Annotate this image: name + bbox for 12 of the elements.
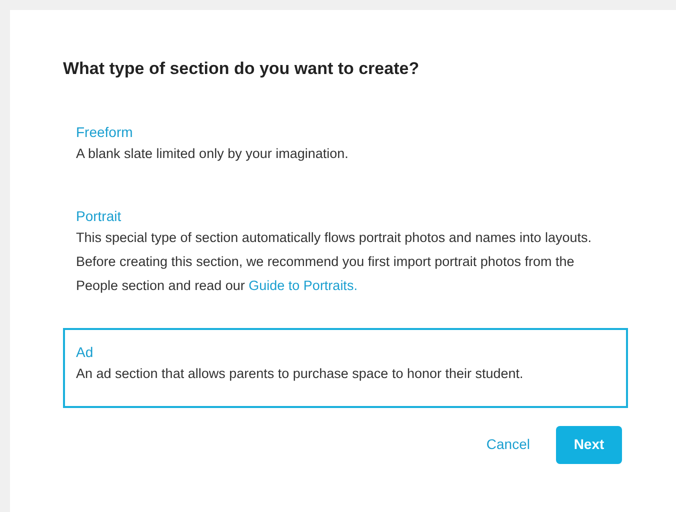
option-description: An ad section that allows parents to purchase space to honor their student. bbox=[76, 364, 524, 383]
cancel-button[interactable]: Cancel bbox=[486, 434, 530, 455]
option-title: Ad bbox=[76, 342, 94, 362]
option-title: Freeform bbox=[76, 122, 134, 142]
option-description: This special type of section automatically flows portrait photos and names into layouts. Before creating this section, we recommend you first import portrait photos from the People section and read our Guide to Portraits. bbox=[76, 228, 593, 295]
section-option[interactable]: Ad An ad section that allows parents to purchase space to honor their student. bbox=[63, 328, 628, 408]
section-option[interactable]: Freeform A blank slate limited only by your imagination. bbox=[63, 112, 628, 176]
guide-link[interactable]: Guide to Portraits. bbox=[248, 278, 358, 292]
option-title: Portrait bbox=[76, 206, 122, 226]
next-button[interactable]: Next bbox=[556, 426, 622, 464]
option-description: A blank slate limited only by your imagination. bbox=[76, 144, 350, 163]
dialog-title: What type of section do you want to create? bbox=[63, 58, 420, 80]
